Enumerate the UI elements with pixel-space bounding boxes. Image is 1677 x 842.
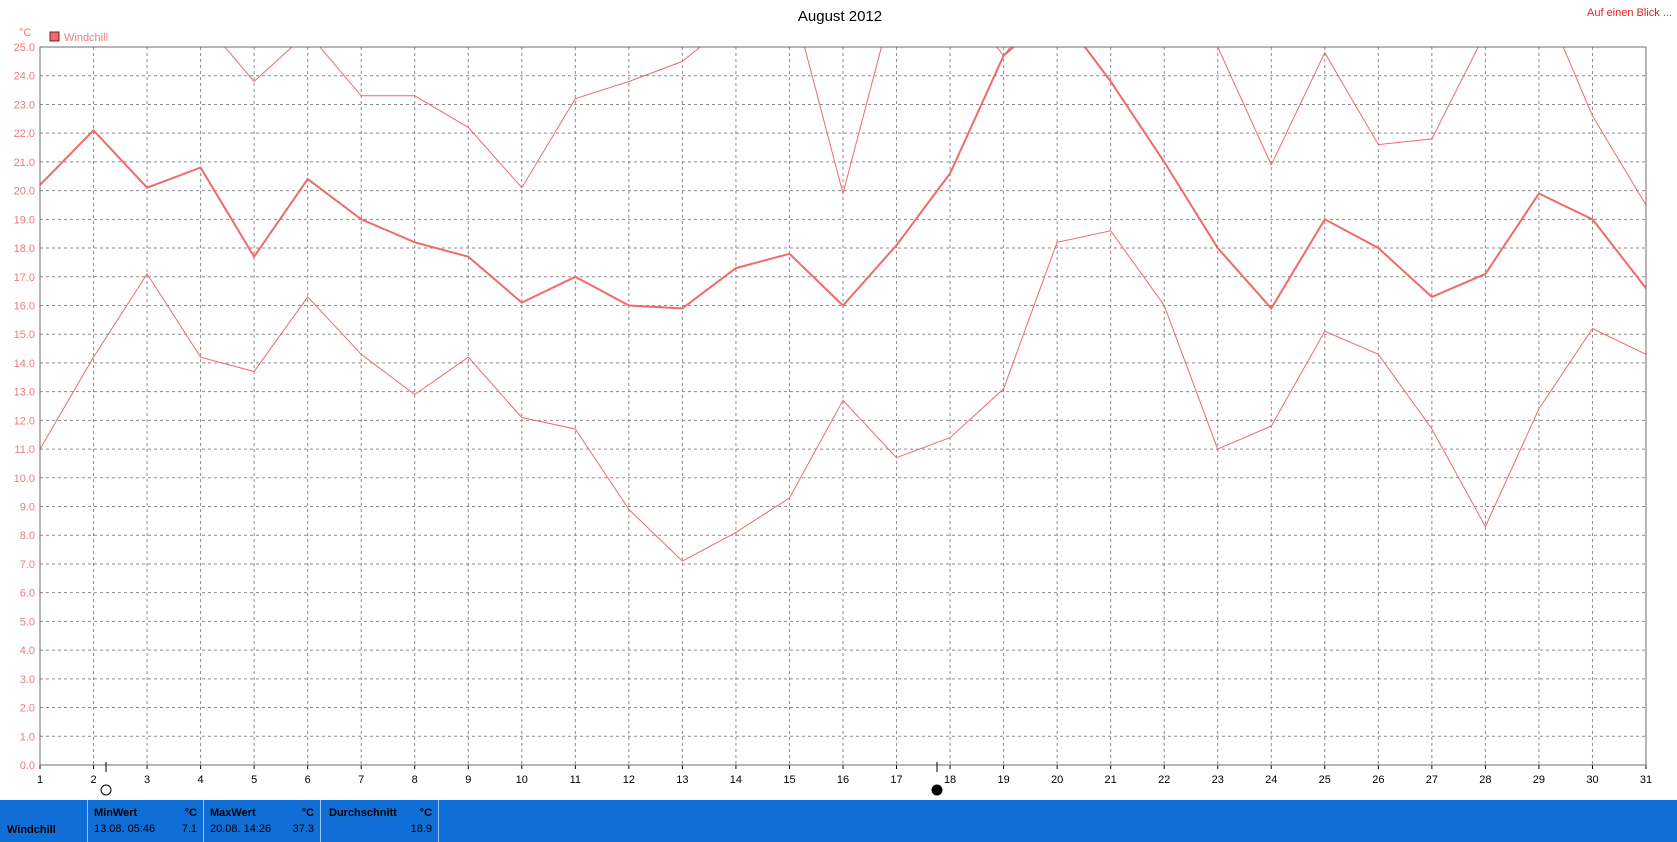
- x-tick-label: 31: [1640, 774, 1652, 786]
- max-cell: MaxWert °C 20.08. 14:26 37.3: [204, 800, 321, 842]
- y-tick-label: 20.0: [14, 186, 35, 198]
- stats-label-cell: Windchill: [0, 800, 88, 842]
- x-tick-label: 29: [1533, 774, 1545, 786]
- x-tick-label: 9: [465, 774, 471, 786]
- legend-swatch: [49, 31, 60, 42]
- avg-label: Durchschnitt: [329, 807, 397, 819]
- x-tick-label: 21: [1105, 774, 1117, 786]
- y-tick-label: 6.0: [20, 588, 35, 600]
- x-tick-label: 22: [1158, 774, 1170, 786]
- x-tick-label: 6: [305, 774, 311, 786]
- min-value: 7.1: [181, 823, 197, 835]
- y-tick-label: 14.0: [14, 358, 35, 370]
- x-tick-label: 27: [1426, 774, 1438, 786]
- x-tick-label: 20: [1051, 774, 1063, 786]
- x-tick-label: 8: [412, 774, 418, 786]
- chart-title: August 2012: [798, 8, 882, 25]
- x-tick-label: 1: [37, 774, 43, 786]
- y-tick-label: 15.0: [14, 329, 35, 341]
- y-tick-label: 18.0: [14, 243, 35, 255]
- max-unit: °C: [301, 807, 314, 819]
- avg-unit: °C: [419, 807, 432, 819]
- y-tick-label: 11.0: [14, 444, 35, 456]
- x-tick-label: 16: [837, 774, 849, 786]
- max-label: MaxWert: [210, 807, 256, 819]
- x-tick-label: 10: [516, 774, 528, 786]
- x-tick-label: 7: [358, 774, 364, 786]
- x-tick-label: 19: [997, 774, 1009, 786]
- min-cell: MinWert °C 13.08. 05:46 7.1: [88, 800, 204, 842]
- plot-frame: [39, 46, 1647, 766]
- y-tick-label: 22.0: [14, 128, 35, 140]
- x-tick-label: 5: [251, 774, 257, 786]
- y-tick-label: 2.0: [20, 703, 35, 715]
- x-tick-label: 17: [890, 774, 902, 786]
- legend-label: Windchill: [64, 32, 108, 44]
- y-tick-label: 10.0: [14, 473, 35, 485]
- y-tick-label: 8.0: [20, 530, 35, 542]
- x-tick-label: 28: [1479, 774, 1491, 786]
- x-tick-label: 25: [1319, 774, 1331, 786]
- max-marker-icon: [931, 784, 943, 796]
- chart-area: August 2012 Auf einen Blick ... °C Windc…: [14, 7, 1672, 796]
- max-value: 37.3: [292, 823, 314, 835]
- y-tick-label: 21.0: [14, 157, 35, 169]
- x-tick-label: 14: [730, 774, 742, 786]
- x-tick-label: 23: [1212, 774, 1224, 786]
- avg-value: 18.9: [410, 823, 432, 835]
- y-axis-unit: °C: [19, 27, 31, 39]
- max-when: 20.08. 14:26: [210, 823, 272, 835]
- min-marker-icon: [100, 784, 112, 796]
- y-tick-label: 7.0: [20, 559, 35, 571]
- y-tick-label: 16.0: [14, 300, 35, 312]
- row-label: Windchill: [7, 824, 56, 836]
- y-tick-label: 13.0: [14, 387, 35, 399]
- y-tick-label: 4.0: [20, 645, 35, 657]
- y-tick-label: 0.0: [20, 760, 35, 772]
- x-tick-label: 3: [144, 774, 150, 786]
- y-tick-label: 12.0: [14, 415, 35, 427]
- y-tick-label: 5.0: [20, 616, 35, 628]
- x-tick-label: 30: [1586, 774, 1598, 786]
- x-tick-label: 12: [623, 774, 635, 786]
- x-tick-label: 18: [944, 774, 956, 786]
- y-tick-label: 9.0: [20, 502, 35, 514]
- x-tick-label: 11: [570, 774, 581, 786]
- x-tick-label: 24: [1265, 774, 1277, 786]
- min-when: 13.08. 05:46: [94, 823, 156, 835]
- x-tick-label: 4: [198, 774, 204, 786]
- y-tick-label: 17.0: [14, 272, 35, 284]
- avg-cell: Durchschnitt °C 18.9: [321, 800, 439, 842]
- y-tick-label: 24.0: [14, 71, 35, 83]
- x-tick-label: 13: [676, 774, 688, 786]
- y-tick-label: 23.0: [14, 99, 35, 111]
- x-tick-label: 15: [783, 774, 795, 786]
- y-tick-label: 25.0: [14, 42, 35, 54]
- x-tick-label: 2: [90, 774, 96, 786]
- y-tick-label: 3.0: [20, 674, 35, 686]
- x-tick-label: 26: [1372, 774, 1384, 786]
- min-label: MinWert: [94, 807, 138, 819]
- y-tick-label: 19.0: [14, 214, 35, 226]
- min-unit: °C: [184, 807, 197, 819]
- stats-bar: Windchill MinWert °C 13.08. 05:46 7.1 Ma…: [0, 800, 1677, 842]
- y-tick-label: 1.0: [20, 731, 35, 743]
- overview-link[interactable]: Auf einen Blick ...: [1587, 7, 1672, 19]
